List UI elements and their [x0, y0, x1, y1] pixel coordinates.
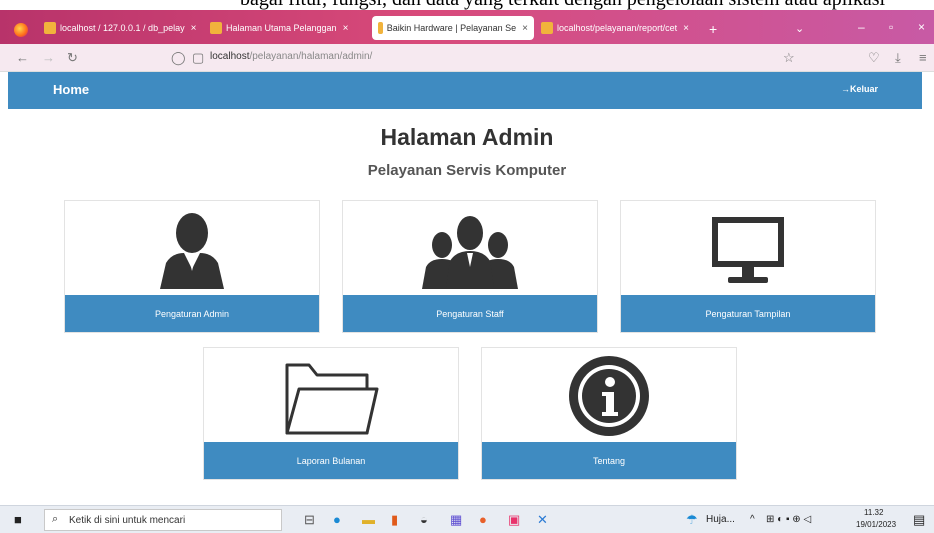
search-icon: ⌕	[52, 513, 59, 525]
firefox-icon[interactable]	[14, 23, 28, 37]
clock-time[interactable]: 11.32	[864, 508, 883, 517]
chevron-up-icon[interactable]: ^	[750, 514, 755, 525]
search-placeholder: Ketik di sini untuk mencari	[69, 514, 186, 526]
person-icon	[65, 201, 319, 297]
visual-studio-icon[interactable]: ▦	[450, 512, 462, 528]
shield-icon[interactable]: ◯	[171, 50, 186, 66]
close-icon[interactable]: ×	[683, 23, 689, 34]
card-pengaturan-admin[interactable]: Pengaturan Admin	[64, 200, 320, 333]
windows-start-icon[interactable]: ■	[14, 512, 22, 527]
tab-halaman-utama[interactable]: Halaman Utama Pelanggan ×	[210, 16, 365, 40]
monitor-icon	[621, 201, 875, 297]
card-label: Pengaturan Staff	[343, 295, 597, 332]
minimize-icon[interactable]: –	[858, 20, 865, 34]
home-link[interactable]: Home	[53, 82, 89, 97]
clock-date[interactable]: 19/01/2023	[856, 520, 896, 529]
info-icon	[482, 348, 736, 444]
group-icon	[343, 201, 597, 297]
url-field[interactable]: localhost/pelayanan/halaman/admin/	[210, 51, 372, 62]
phpmyadmin-icon	[44, 22, 56, 34]
card-label: Pengaturan Admin	[65, 295, 319, 332]
task-view-icon[interactable]: ⊟	[304, 512, 315, 528]
page-info-icon[interactable]: ▢	[192, 50, 204, 66]
close-icon[interactable]: ×	[522, 23, 528, 34]
page-icon	[378, 22, 383, 34]
page-icon	[210, 22, 222, 34]
tab-phpmyadmin[interactable]: localhost / 127.0.0.1 / db_pelay ×	[44, 16, 204, 40]
url-host: localhost	[210, 51, 250, 62]
maximize-icon[interactable]: ▫	[889, 20, 893, 34]
new-tab-icon[interactable]: +	[709, 21, 717, 37]
app-header: Home →Keluar	[8, 72, 922, 109]
edge-icon[interactable]: ●	[333, 512, 341, 527]
close-window-icon[interactable]: ×	[918, 20, 925, 34]
address-bar-row: ← → ↻ ◯ ▢ localhost/pelayanan/halaman/ad…	[0, 44, 934, 72]
card-tentang[interactable]: Tentang	[481, 347, 737, 480]
vscode-icon[interactable]: ✕	[537, 512, 548, 528]
page-title: Halaman Admin	[380, 124, 554, 150]
tab-label: localhost / 127.0.0.1 / db_pelay	[60, 23, 185, 33]
reload-icon[interactable]: ↻	[67, 50, 78, 66]
tab-label: Baikin Hardware | Pelayanan Se	[386, 23, 517, 33]
firefox-taskbar-icon[interactable]: ●	[479, 512, 487, 527]
weather-icon[interactable]: ☂	[686, 512, 698, 528]
browser-tab-bar: localhost / 127.0.0.1 / db_pelay × Halam…	[0, 10, 934, 44]
chevron-down-icon[interactable]: ⌄	[795, 22, 804, 35]
page-subtitle: Pelayanan Servis Komputer	[367, 162, 567, 179]
file-explorer-icon[interactable]: ▬	[362, 512, 375, 527]
menu-icon[interactable]: ≡	[919, 50, 927, 65]
close-icon[interactable]: ×	[191, 23, 197, 34]
tab-baikin-hardware[interactable]: Baikin Hardware | Pelayanan Se ×	[372, 16, 534, 40]
tab-report[interactable]: localhost/pelayanan/report/cet ×	[541, 16, 701, 40]
notification-icon[interactable]: ▤	[913, 512, 925, 528]
url-path: /pelayanan/halaman/admin/	[249, 51, 373, 62]
store-icon[interactable]: ◒	[420, 512, 428, 527]
tray-icons[interactable]: ⊞ ◐ ▪ ⊕ ◁	[766, 514, 811, 525]
office-icon[interactable]: ▮	[391, 512, 398, 528]
logout-link[interactable]: →Keluar	[841, 84, 878, 94]
card-pengaturan-tampilan[interactable]: Pengaturan Tampilan	[620, 200, 876, 333]
taskbar-search-input[interactable]: ⌕ Ketik di sini untuk mencari	[44, 509, 282, 531]
caption-strip: bagai fitur, fungsi, dan data yang terka…	[0, 0, 934, 10]
card-label: Tentang	[482, 442, 736, 479]
back-icon[interactable]: ←	[16, 50, 29, 65]
card-pengaturan-staff[interactable]: Pengaturan Staff	[342, 200, 598, 333]
card-label: Pengaturan Tampilan	[621, 295, 875, 332]
browser-window-icon[interactable]: ▣	[508, 512, 520, 528]
download-icon[interactable]: ⤓	[895, 50, 901, 66]
tab-label: Halaman Utama Pelanggan	[226, 23, 337, 33]
caption-text: bagai fitur, fungsi, dan data yang terka…	[240, 0, 885, 10]
pocket-icon[interactable]: ♡	[868, 50, 880, 66]
windows-taskbar: ■ ⌕ Ketik di sini untuk mencari ⊟ ● ▬ ▮ …	[0, 505, 934, 533]
card-laporan-bulanan[interactable]: Laporan Bulanan	[203, 347, 459, 480]
close-icon[interactable]: ×	[343, 23, 349, 34]
weather-text[interactable]: Huja...	[706, 514, 735, 525]
page-icon	[541, 22, 553, 34]
card-label: Laporan Bulanan	[204, 442, 458, 479]
folder-icon	[204, 348, 458, 444]
bookmark-star-icon[interactable]: ☆	[783, 50, 795, 66]
tab-label: localhost/pelayanan/report/cet	[557, 23, 678, 33]
forward-icon[interactable]: →	[42, 50, 55, 65]
